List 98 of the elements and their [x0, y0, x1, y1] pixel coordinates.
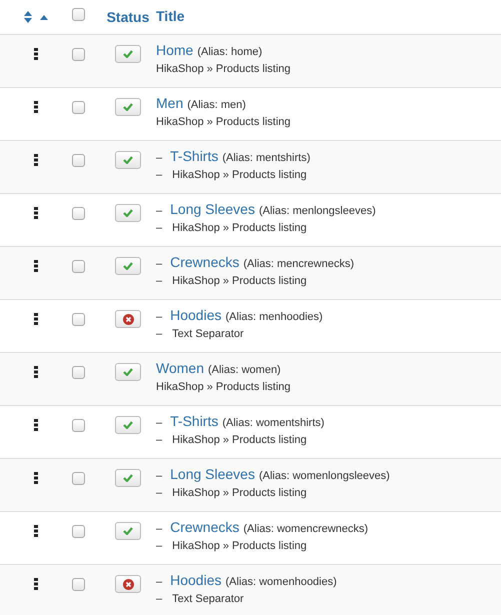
level-dash: – — [156, 417, 162, 429]
menu-type-text: Text Separator — [172, 593, 244, 605]
check-icon — [123, 421, 133, 429]
status-toggle[interactable] — [115, 151, 141, 169]
status-toggle[interactable] — [115, 416, 141, 434]
alias-text: (Alias: menhoodies) — [226, 311, 323, 323]
drag-handle-icon[interactable] — [34, 578, 38, 590]
menu-type-text: HikaShop » Products listing — [156, 63, 291, 75]
alias-text: (Alias: mentshirts) — [222, 152, 310, 164]
status-toggle[interactable] — [115, 363, 141, 381]
status-toggle[interactable] — [115, 257, 141, 275]
alias-text: (Alias: men) — [187, 99, 246, 111]
menu-type-text: HikaShop » Products listing — [172, 434, 307, 446]
level-dash: – — [156, 434, 162, 446]
drag-handle-icon[interactable] — [34, 366, 38, 378]
alias-text: (Alias: women) — [208, 364, 281, 376]
status-toggle[interactable] — [115, 575, 141, 593]
menu-type-text: HikaShop » Products listing — [156, 381, 291, 393]
drag-handle-icon[interactable] — [34, 207, 38, 219]
cross-circle-icon — [122, 578, 134, 590]
alias-text: (Alias: womencrewnecks) — [243, 523, 368, 535]
alias-text: (Alias: menlongsleeves) — [258, 205, 376, 217]
level-dash: – — [156, 205, 162, 217]
check-icon — [123, 103, 133, 111]
drag-handle-icon[interactable] — [34, 154, 38, 166]
menu-type-text: HikaShop » Products listing — [172, 275, 307, 287]
drag-handle-icon[interactable] — [34, 525, 38, 537]
row-checkbox[interactable] — [72, 207, 85, 220]
drag-handle-icon[interactable] — [34, 313, 38, 325]
status-toggle[interactable] — [115, 98, 141, 116]
item-title-link[interactable]: Hoodies — [170, 307, 222, 323]
item-title-link[interactable]: Home — [156, 42, 194, 58]
alias-text: (Alias: womentshirts) — [222, 417, 324, 429]
check-icon — [123, 474, 133, 482]
status-toggle[interactable] — [115, 204, 141, 222]
level-dash: – — [156, 152, 162, 164]
status-toggle[interactable] — [115, 45, 141, 63]
alias-text: (Alias: womenhoodies) — [226, 576, 337, 588]
alias-text: (Alias: mencrewnecks) — [243, 258, 354, 270]
column-header[interactable]: Title — [156, 8, 185, 24]
check-icon — [123, 262, 133, 270]
item-title-link[interactable]: Crewnecks — [170, 519, 240, 535]
sort-ascending-icon[interactable] — [40, 14, 48, 20]
level-dash: – — [156, 593, 162, 605]
row-checkbox[interactable] — [72, 260, 85, 273]
drag-handle-icon[interactable] — [34, 260, 38, 272]
check-icon — [123, 527, 133, 535]
row-checkbox[interactable] — [72, 101, 85, 114]
level-dash: – — [156, 222, 162, 234]
status-toggle[interactable] — [115, 522, 141, 540]
level-dash: – — [156, 540, 162, 552]
menu-type-text: HikaShop » Products listing — [172, 169, 307, 181]
level-dash: – — [156, 487, 162, 499]
row-checkbox[interactable] — [72, 419, 85, 432]
item-title-link[interactable]: T-Shirts — [170, 413, 218, 429]
item-title-link[interactable]: T-Shirts — [170, 148, 218, 164]
column-header[interactable]: Status — [106, 9, 150, 25]
menu-type-text: Text Separator — [172, 328, 244, 340]
item-title-link[interactable]: Long Sleeves — [170, 201, 255, 217]
status-toggle[interactable] — [115, 469, 141, 487]
row-checkbox[interactable] — [72, 313, 85, 326]
menu-type-text: HikaShop » Products listing — [156, 116, 291, 128]
level-dash: – — [156, 470, 162, 482]
status-toggle[interactable] — [115, 310, 141, 328]
menu-type-text: HikaShop » Products listing — [172, 487, 307, 499]
check-icon — [123, 50, 133, 58]
level-dash: – — [156, 258, 162, 270]
item-title-link[interactable]: Long Sleeves — [170, 466, 255, 482]
item-title-link[interactable]: Women — [156, 360, 204, 376]
menu-type-text: HikaShop » Products listing — [172, 222, 307, 234]
level-dash: – — [156, 523, 162, 535]
check-icon — [123, 156, 133, 164]
level-dash: – — [156, 576, 162, 588]
row-checkbox[interactable] — [72, 154, 85, 167]
row-checkbox[interactable] — [72, 366, 85, 379]
drag-handle-icon[interactable] — [34, 419, 38, 431]
cross-circle-icon — [122, 314, 134, 324]
row-checkbox[interactable] — [72, 472, 85, 485]
alias-text: (Alias: womenlongsleeves) — [258, 470, 390, 482]
level-dash: – — [156, 311, 162, 323]
item-title-link[interactable]: Hoodies — [170, 572, 222, 588]
row-checkbox[interactable] — [72, 48, 85, 61]
level-dash: – — [156, 275, 162, 287]
level-dash: – — [156, 328, 162, 340]
sort-icon[interactable] — [24, 11, 32, 23]
drag-handle-icon[interactable] — [34, 472, 38, 484]
alias-text: (Alias: home) — [197, 46, 262, 58]
level-dash: – — [156, 169, 162, 181]
item-title-link[interactable]: Crewnecks — [170, 254, 240, 270]
check-icon — [123, 368, 133, 376]
row-checkbox[interactable] — [72, 578, 85, 591]
menu-type-text: HikaShop » Products listing — [172, 540, 307, 552]
select-all-checkbox[interactable] — [72, 8, 85, 21]
item-title-link[interactable]: Men — [156, 95, 184, 111]
check-icon — [123, 209, 133, 217]
drag-handle-icon[interactable] — [34, 101, 38, 113]
row-checkbox[interactable] — [72, 525, 85, 538]
drag-handle-icon[interactable] — [34, 48, 38, 60]
